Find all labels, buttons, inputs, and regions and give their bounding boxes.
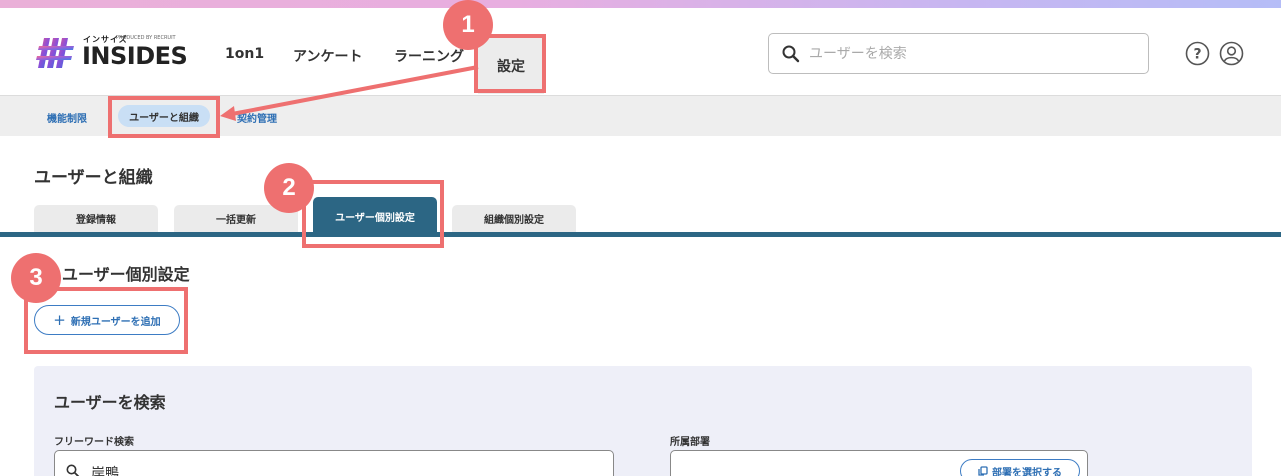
annotation-marker-3: 3 <box>11 253 61 303</box>
highlight-subnav-box <box>108 96 220 138</box>
annotation-marker-1: 1 <box>443 0 493 50</box>
annotation-marker-2: 2 <box>264 163 314 213</box>
highlight-tab-box <box>302 180 444 248</box>
annotation-arrow <box>220 65 479 121</box>
